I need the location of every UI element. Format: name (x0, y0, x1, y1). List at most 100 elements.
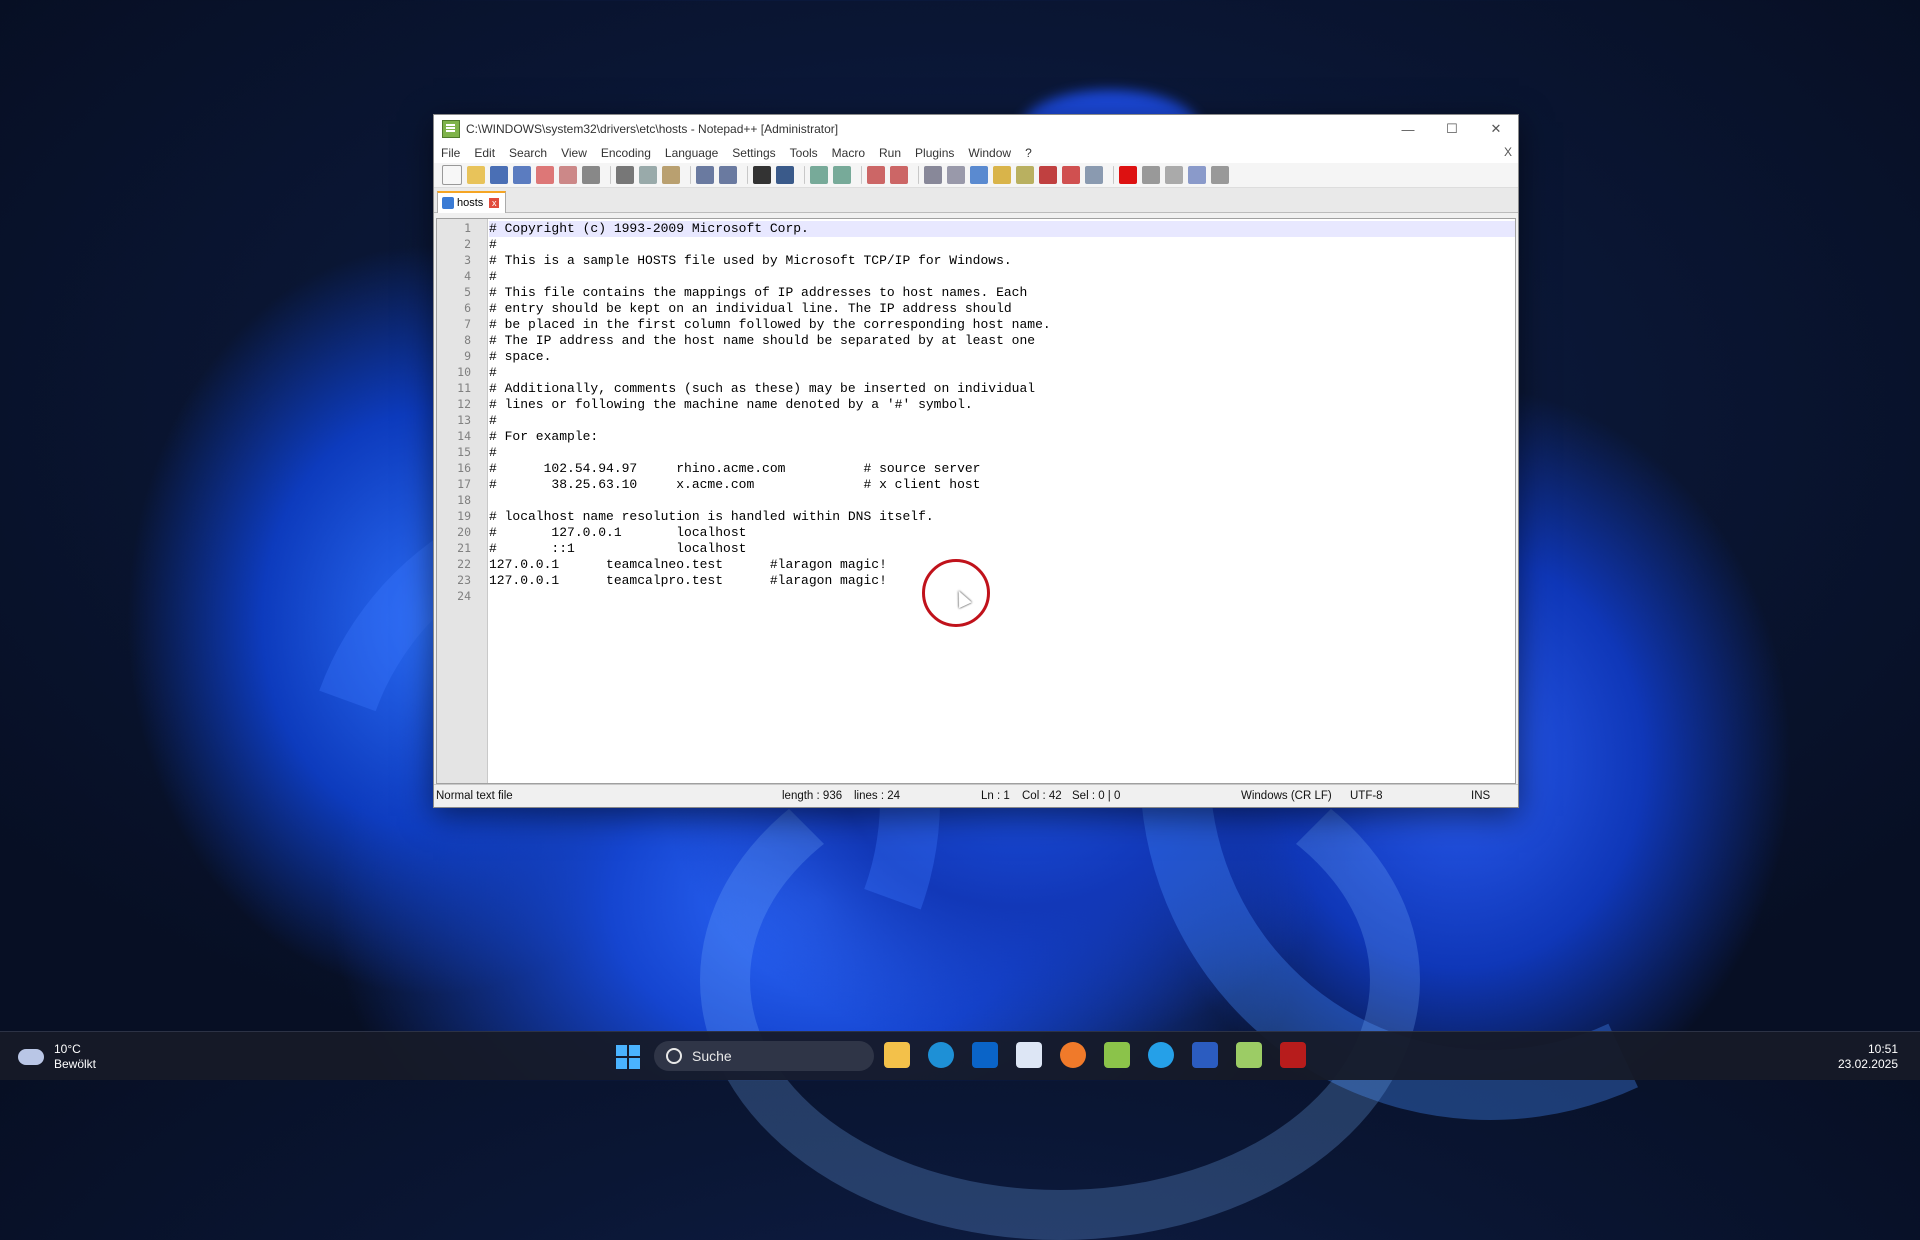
code-line[interactable]: # be placed in the first column followed… (489, 317, 1515, 333)
redo-icon[interactable] (719, 166, 737, 184)
line-number: 18 (457, 493, 471, 507)
save-icon[interactable] (490, 166, 508, 184)
copy-icon[interactable] (639, 166, 657, 184)
close-file-icon[interactable] (536, 166, 554, 184)
code-area[interactable]: # Copyright (c) 1993-2009 Microsoft Corp… (489, 219, 1515, 783)
close-button[interactable]: ✕ (1474, 115, 1518, 143)
document-map-icon[interactable] (993, 166, 1011, 184)
cut-icon[interactable] (616, 166, 634, 184)
menu-window[interactable]: Window (961, 146, 1018, 160)
recording-app-icon[interactable] (1280, 1042, 1306, 1068)
stop-macro-icon[interactable] (1142, 166, 1160, 184)
code-line[interactable]: # This is a sample HOSTS file used by Mi… (489, 253, 1515, 269)
code-line[interactable]: # (489, 413, 1515, 429)
menu-tools[interactable]: Tools (783, 146, 825, 160)
toolbar-separator (861, 166, 862, 184)
edge-icon[interactable] (928, 1042, 954, 1068)
app-icon-orange[interactable] (1060, 1042, 1086, 1068)
zoom-in-icon[interactable] (810, 166, 828, 184)
edge-dev-icon[interactable] (1148, 1042, 1174, 1068)
menu-search[interactable]: Search (502, 146, 554, 160)
code-line[interactable]: # localhost name resolution is handled w… (489, 509, 1515, 525)
code-line[interactable]: # The IP address and the host name shoul… (489, 333, 1515, 349)
open-file-icon[interactable] (467, 166, 485, 184)
menu-help[interactable]: ? (1018, 146, 1039, 160)
title-bar[interactable]: C:\WINDOWS\system32\drivers\etc\hosts - … (434, 115, 1518, 143)
start-button[interactable] (616, 1045, 640, 1069)
code-line[interactable]: # lines or following the machine name de… (489, 397, 1515, 413)
folder-as-workspace-icon[interactable] (1039, 166, 1057, 184)
doc-switcher-icon[interactable] (1062, 166, 1080, 184)
line-number: 8 (464, 333, 471, 347)
code-line[interactable]: # space. (489, 349, 1515, 365)
menu-macro[interactable]: Macro (825, 146, 872, 160)
line-number: 9 (464, 349, 471, 363)
outlook-icon[interactable] (972, 1042, 998, 1068)
line-number: 12 (457, 397, 471, 411)
system-clock[interactable]: 10:51 23.02.2025 (1838, 1042, 1898, 1072)
toolbar-separator (610, 166, 611, 184)
taskbar-search[interactable]: Suche (654, 1041, 874, 1071)
menu-language[interactable]: Language (658, 146, 725, 160)
monitoring-icon[interactable] (1085, 166, 1103, 184)
code-line[interactable]: # (489, 237, 1515, 253)
menu-encoding[interactable]: Encoding (594, 146, 658, 160)
code-line[interactable]: # Copyright (c) 1993-2009 Microsoft Corp… (489, 221, 1515, 237)
function-list-icon[interactable] (1016, 166, 1034, 184)
code-line[interactable]: # 102.54.94.97 rhino.acme.com # source s… (489, 461, 1515, 477)
find-icon[interactable] (753, 166, 771, 184)
code-line[interactable]: # Additionally, comments (such as these)… (489, 381, 1515, 397)
show-all-chars-icon[interactable] (947, 166, 965, 184)
text-editor[interactable]: 1 2 3 4 5 6 7 8 9 10 11 12 13 14 15 16 17 18 19 20 21 22 23 24 … (436, 218, 1516, 784)
windows-logo-icon (616, 1045, 627, 1056)
indent-guide-icon[interactable] (970, 166, 988, 184)
save-macro-icon[interactable] (1211, 166, 1229, 184)
paste-icon[interactable] (662, 166, 680, 184)
notepadpp-admin-icon[interactable] (1236, 1042, 1262, 1068)
close-all-icon[interactable] (559, 166, 577, 184)
sync-horizontal-icon[interactable] (890, 166, 908, 184)
menu-plugins[interactable]: Plugins (908, 146, 961, 160)
code-line[interactable]: # 38.25.63.10 x.acme.com # x client host (489, 477, 1515, 493)
close-document-button[interactable]: X (1504, 145, 1512, 159)
word-icon[interactable] (1192, 1042, 1218, 1068)
weather-widget[interactable]: 10°C Bewölkt (18, 1042, 96, 1072)
menu-edit[interactable]: Edit (467, 146, 502, 160)
tab-close-icon[interactable]: x (489, 198, 500, 208)
code-line[interactable]: # This file contains the mappings of IP … (489, 285, 1515, 301)
code-line[interactable]: # (489, 445, 1515, 461)
tab-hosts[interactable]: hosts x (437, 191, 507, 213)
undo-icon[interactable] (696, 166, 714, 184)
code-line[interactable]: # ::1 localhost (489, 541, 1515, 557)
code-line[interactable]: # (489, 269, 1515, 285)
code-line[interactable] (489, 589, 1515, 605)
sync-vertical-icon[interactable] (867, 166, 885, 184)
menu-run[interactable]: Run (872, 146, 908, 160)
code-line[interactable]: # 127.0.0.1 localhost (489, 525, 1515, 541)
maximize-button[interactable]: ☐ (1430, 115, 1474, 143)
print-icon[interactable] (582, 166, 600, 184)
play-macro-icon[interactable] (1165, 166, 1183, 184)
store-icon[interactable] (1016, 1042, 1042, 1068)
record-macro-icon[interactable] (1119, 166, 1137, 184)
word-wrap-icon[interactable] (924, 166, 942, 184)
code-line[interactable]: 127.0.0.1 teamcalneo.test #laragon magic… (489, 557, 1515, 573)
zoom-out-icon[interactable] (833, 166, 851, 184)
run-macro-multiple-icon[interactable] (1188, 166, 1206, 184)
code-line[interactable] (489, 493, 1515, 509)
code-line[interactable]: # entry should be kept on an individual … (489, 301, 1515, 317)
status-encoding[interactable]: UTF-8 (1350, 790, 1383, 802)
code-line[interactable]: # (489, 365, 1515, 381)
save-all-icon[interactable] (513, 166, 531, 184)
menu-file[interactable]: File (434, 146, 467, 160)
code-line[interactable]: # For example: (489, 429, 1515, 445)
menu-settings[interactable]: Settings (725, 146, 782, 160)
new-file-icon[interactable] (442, 165, 462, 185)
code-line[interactable]: 127.0.0.1 teamcalpro.test #laragon magic… (489, 573, 1515, 589)
notepadpp-taskbar-icon[interactable] (1104, 1042, 1130, 1068)
replace-icon[interactable] (776, 166, 794, 184)
file-explorer-icon[interactable] (884, 1042, 910, 1068)
menu-view[interactable]: View (554, 146, 594, 160)
minimize-button[interactable]: — (1386, 115, 1430, 143)
status-eol[interactable]: Windows (CR LF) (1241, 790, 1332, 802)
